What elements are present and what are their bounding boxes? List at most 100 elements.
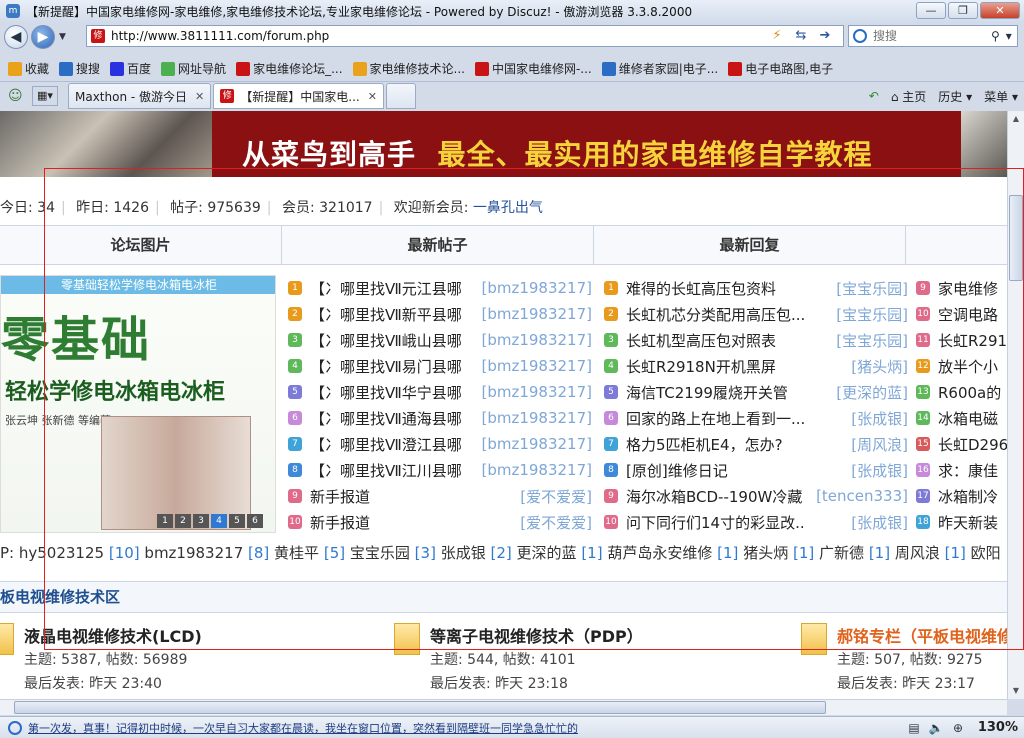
top-user-name[interactable]: 更深的蓝 [517, 544, 577, 562]
bookmark-item[interactable]: 百度 [110, 60, 151, 77]
post-title[interactable]: 长虹机型高压包对照表 [626, 330, 776, 351]
list-item[interactable]: 2 【冫哪里找Ⅶ新平县哪 [bmz1983217] [288, 301, 594, 327]
post-title[interactable]: 海尔冰箱BCD--190W冷藏 [626, 486, 802, 507]
post-author[interactable]: [tencen333] [816, 487, 908, 505]
list-item[interactable]: 10 问下同行们14寸的彩显改... [张成银] [604, 509, 910, 535]
vertical-scroll-thumb[interactable] [1009, 195, 1023, 281]
post-title[interactable]: 新手报道 [310, 486, 370, 507]
url-text[interactable]: http://www.3811111.com/forum.php [111, 29, 329, 43]
post-author[interactable]: [爱不爱爱] [520, 486, 592, 507]
list-item[interactable]: 6 回家的路上在地上看到一... [张成银] [604, 405, 910, 431]
list-item[interactable]: 4 【冫哪里找Ⅶ易门县哪 [bmz1983217] [288, 353, 594, 379]
post-title[interactable]: 【冫哪里找Ⅶ新平县哪 [310, 304, 462, 325]
back-icon[interactable]: ◀ [4, 25, 28, 49]
slide-dot[interactable]: 6 [247, 514, 263, 528]
post-author[interactable]: [爱不爱爱] [520, 512, 592, 533]
user-icon[interactable]: ☺ [8, 88, 24, 104]
list-item[interactable]: 2 长虹机芯分类配用高压包... [宝宝乐园] [604, 301, 910, 327]
top-user-name[interactable]: 猪头炳 [743, 544, 788, 562]
list-item[interactable]: 1 【冫哪里找Ⅶ元江县哪 [bmz1983217] [288, 275, 594, 301]
scroll-down-icon[interactable]: ▼ [1008, 683, 1024, 699]
post-author[interactable]: [bmz1983217] [481, 409, 592, 427]
post-title[interactable]: 问下同行们14寸的彩显改... [626, 512, 806, 533]
go-arrow-icon[interactable]: ➔ [814, 26, 836, 46]
forum-name[interactable]: 等离子电视维修技术（PDP） [430, 623, 643, 647]
search-input[interactable] [873, 29, 991, 43]
bookmark-item[interactable]: 中国家电维修网-... [474, 60, 592, 77]
tab-grid-icon[interactable]: ▦▾ [32, 86, 58, 106]
post-title[interactable]: 【冫哪里找Ⅶ元江县哪 [310, 278, 462, 299]
refresh-icon[interactable]: ⇆ [790, 26, 812, 46]
forum-name[interactable]: 液晶电视维修技术(LCD) [24, 623, 202, 647]
history-dropdown-icon[interactable]: ▼ [59, 32, 66, 42]
post-author[interactable]: [宝宝乐园] [836, 304, 908, 325]
search-dropdown-icon[interactable]: ▾ [1006, 29, 1012, 43]
post-title[interactable]: 难得的长虹高压包资料 [626, 278, 776, 299]
post-title[interactable]: 昨天新装 [938, 512, 998, 533]
list-item[interactable]: 17 冰箱制冷 [916, 483, 1007, 509]
post-author[interactable]: [张成银] [851, 512, 908, 533]
zoom-level[interactable]: 130% [978, 720, 1018, 735]
post-title[interactable]: 格力5匹柜机E4，怎办? [626, 434, 783, 455]
list-item[interactable]: 3 【冫哪里找Ⅶ峨山县哪 [bmz1983217] [288, 327, 594, 353]
forum-entry[interactable]: 郝铭专栏（平板电视维修） 主题: 507, 帖数: 9275 最后发表: 昨天 … [801, 623, 1007, 699]
slide-dot[interactable]: 2 [175, 514, 191, 528]
list-item[interactable]: 14 冰箱电磁 [916, 405, 1007, 431]
status-message[interactable]: 第一次发，真事！记得初中时候，一次早自习大家都在晨读，我坐在窗口位置，突然看到隔… [28, 720, 578, 736]
post-title[interactable]: R600a的 [938, 382, 1001, 403]
close-icon[interactable]: ✕ [980, 2, 1020, 19]
lightning-icon[interactable]: ⚡ [766, 26, 788, 46]
zoom-icon[interactable]: ⊕ [950, 720, 966, 736]
notes-icon[interactable]: ▤ [906, 720, 922, 736]
tab-close-icon[interactable]: ✕ [195, 90, 204, 103]
post-title[interactable]: 冰箱制冷 [938, 486, 998, 507]
post-author[interactable]: [bmz1983217] [481, 435, 592, 453]
bookmark-item[interactable]: 收藏 [8, 60, 49, 77]
post-title[interactable]: 长虹R2918N开机黑屏 [626, 356, 776, 377]
list-item[interactable]: 9 新手报道 [爱不爱爱] [288, 483, 594, 509]
top-user-name[interactable]: 张成银 [441, 544, 486, 562]
post-title[interactable]: 长虹D296 [938, 434, 1007, 455]
bookmark-item[interactable]: 搜搜 [59, 60, 100, 77]
slide-dot[interactable]: 4 [211, 514, 227, 528]
post-title[interactable]: 海信TC2199履烧开关管 [626, 382, 788, 403]
tab-maxthon-today[interactable]: Maxthon - 傲游今日 ✕ [68, 83, 212, 109]
list-item[interactable]: 3 长虹机型高压包对照表 [宝宝乐园] [604, 327, 910, 353]
top-user-name[interactable]: 葫芦岛永安维修 [607, 544, 712, 562]
new-member-link[interactable]: 一鼻孔出气 [473, 200, 543, 216]
list-item[interactable]: 8 [原创]维修日记 [张成银] [604, 457, 910, 483]
post-author[interactable]: [更深的蓝] [836, 382, 908, 403]
post-title[interactable]: 【冫哪里找Ⅶ易门县哪 [310, 356, 462, 377]
list-item[interactable]: 5 海信TC2199履烧开关管 [更深的蓝] [604, 379, 910, 405]
bookmark-item[interactable]: 维修者家园|电子... [601, 60, 718, 77]
restore-icon[interactable]: ❐ [948, 2, 978, 19]
address-bar[interactable]: 修 http://www.3811111.com/forum.php [86, 25, 844, 47]
post-author[interactable]: [猪头炳] [851, 356, 908, 377]
site-banner[interactable]: 从菜鸟到高手 最全、最实用的家电维修自学教程 [0, 111, 1007, 177]
post-author[interactable]: [bmz1983217] [481, 331, 592, 349]
post-title[interactable]: 家电维修 [938, 278, 998, 299]
post-author[interactable]: [周风浪] [851, 434, 908, 455]
list-item[interactable]: 7 格力5匹柜机E4，怎办? [周风浪] [604, 431, 910, 457]
new-tab-button[interactable] [385, 83, 416, 109]
list-item[interactable]: 18 昨天新装 [916, 509, 1007, 535]
list-item[interactable]: 1 难得的长虹高压包资料 [宝宝乐园] [604, 275, 910, 301]
post-author[interactable]: [bmz1983217] [481, 461, 592, 479]
top-user-name[interactable]: 宝宝乐园 [350, 544, 410, 562]
top-user-name[interactable]: bmz1983217 [144, 544, 243, 562]
list-item[interactable]: 5 【冫哪里找Ⅶ华宁县哪 [bmz1983217] [288, 379, 594, 405]
forum-name[interactable]: 郝铭专栏（平板电视维修） [837, 623, 1007, 647]
soso-engine-icon[interactable] [853, 29, 867, 43]
horizontal-scrollbar[interactable] [0, 699, 1007, 715]
bookmark-item[interactable]: 网址导航 [161, 60, 226, 77]
minimize-icon[interactable]: — [916, 2, 946, 19]
post-title[interactable]: 长虹R291 [938, 330, 1007, 351]
volume-icon[interactable]: 🔈 [928, 720, 944, 736]
search-box[interactable]: ⚲ ▾ [848, 25, 1018, 47]
list-item[interactable]: 9 海尔冰箱BCD--190W冷藏 [tencen333] [604, 483, 910, 509]
section-header[interactable]: 板电视维修技术区 [0, 581, 1007, 613]
forward-icon[interactable]: ▶ [31, 25, 55, 49]
scroll-up-icon[interactable]: ▲ [1008, 111, 1024, 127]
list-item[interactable]: 9 家电维修 [916, 275, 1007, 301]
post-author[interactable]: [张成银] [851, 460, 908, 481]
